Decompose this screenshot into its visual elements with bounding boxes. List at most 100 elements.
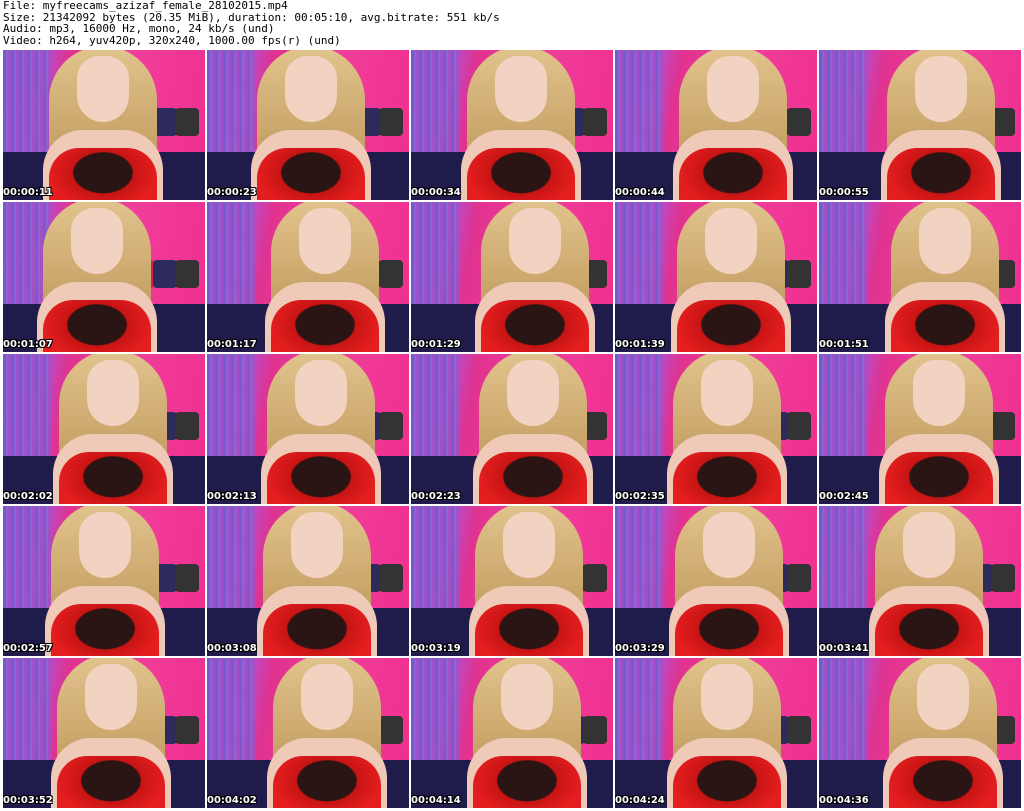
thumbnail-timestamp: 00:01:39: [615, 339, 665, 350]
red-dress: [267, 452, 375, 504]
face: [85, 664, 137, 730]
thumbnail-timestamp: 00:02:02: [3, 491, 53, 502]
pillow: [787, 108, 811, 136]
thumbnail-timestamp: 00:04:02: [207, 795, 257, 806]
face: [301, 664, 353, 730]
face: [913, 360, 965, 426]
video-thumbnail: 00:02:57: [3, 506, 205, 656]
red-dress: [481, 300, 589, 352]
pillow: [379, 260, 403, 288]
pillow: [991, 564, 1015, 592]
video-thumbnail: 00:03:41: [819, 506, 1021, 656]
video-thumbnail: 00:04:24: [615, 658, 817, 808]
thumbnail-timestamp: 00:01:51: [819, 339, 869, 350]
red-dress: [271, 300, 379, 352]
pillow: [379, 412, 403, 440]
pillow: [175, 412, 199, 440]
thumbnail-timestamp: 00:03:08: [207, 643, 257, 654]
video-thumbnail: 00:04:14: [411, 658, 613, 808]
red-dress: [673, 452, 781, 504]
red-dress: [673, 756, 781, 808]
face: [71, 208, 123, 274]
pillow: [175, 716, 199, 744]
thumbnail-timestamp: 00:03:52: [3, 795, 53, 806]
face: [919, 208, 971, 274]
pillow: [787, 260, 811, 288]
video-thumbnail: 00:02:45: [819, 354, 1021, 504]
face: [87, 360, 139, 426]
pillow: [991, 412, 1015, 440]
pillow: [379, 716, 403, 744]
pillow: [787, 716, 811, 744]
face: [501, 664, 553, 730]
thumbnail-timestamp: 00:02:45: [819, 491, 869, 502]
red-dress: [875, 604, 983, 656]
thumbnail-timestamp: 00:02:23: [411, 491, 461, 502]
video-thumbnail: 00:03:08: [207, 506, 409, 656]
red-dress: [49, 148, 157, 200]
video-thumbnail: 00:00:11: [3, 50, 205, 200]
thumbnail-timestamp: 00:00:44: [615, 187, 665, 198]
video-thumbnail: 00:00:23: [207, 50, 409, 200]
pillow: [153, 260, 177, 288]
face: [507, 360, 559, 426]
thumbnail-timestamp: 00:00:23: [207, 187, 257, 198]
face: [703, 512, 755, 578]
video-thumbnail: 00:02:23: [411, 354, 613, 504]
red-dress: [679, 148, 787, 200]
thumbnail-timestamp: 00:00:11: [3, 187, 53, 198]
face: [701, 664, 753, 730]
thumbnail-timestamp: 00:04:36: [819, 795, 869, 806]
red-dress: [677, 300, 785, 352]
video-thumbnail: 00:03:52: [3, 658, 205, 808]
face: [495, 56, 547, 122]
face: [503, 512, 555, 578]
red-dress: [43, 300, 151, 352]
thumbnail-timestamp: 00:01:29: [411, 339, 461, 350]
face: [915, 56, 967, 122]
thumbnail-grid: 00:00:11 00:00:23 00:00:34 00:00:44 00:00:55…: [3, 50, 1021, 808]
thumbnail-timestamp: 00:00:34: [411, 187, 461, 198]
face: [917, 664, 969, 730]
face: [295, 360, 347, 426]
pillow: [379, 108, 403, 136]
red-dress: [675, 604, 783, 656]
video-thumbnail: 00:03:29: [615, 506, 817, 656]
red-dress: [479, 452, 587, 504]
thumbnail-timestamp: 00:04:14: [411, 795, 461, 806]
pillow: [175, 260, 199, 288]
video-thumbnail: 00:00:44: [615, 50, 817, 200]
video-thumbnail: 00:01:51: [819, 202, 1021, 352]
thumbnail-timestamp: 00:03:19: [411, 643, 461, 654]
pillow: [175, 108, 199, 136]
face: [77, 56, 129, 122]
video-thumbnail: 00:01:17: [207, 202, 409, 352]
video-thumbnail: 00:01:29: [411, 202, 613, 352]
face: [299, 208, 351, 274]
red-dress: [257, 148, 365, 200]
red-dress: [473, 756, 581, 808]
file-name-line: File: myfreecams_azizaf_female_28102015.…: [3, 0, 288, 12]
video-thumbnail: 00:04:02: [207, 658, 409, 808]
pillow: [379, 564, 403, 592]
thumbnail-timestamp: 00:01:07: [3, 339, 53, 350]
pillow: [787, 564, 811, 592]
red-dress: [889, 756, 997, 808]
red-dress: [887, 148, 995, 200]
thumbnail-timestamp: 00:02:57: [3, 643, 53, 654]
red-dress: [475, 604, 583, 656]
red-dress: [467, 148, 575, 200]
face: [707, 56, 759, 122]
video-thumbnail: 00:04:36: [819, 658, 1021, 808]
thumbnail-timestamp: 00:02:13: [207, 491, 257, 502]
face: [79, 512, 131, 578]
video-info-line: Video: h264, yuv420p, 320x240, 1000.00 f…: [3, 33, 341, 47]
video-thumbnail: 00:01:07: [3, 202, 205, 352]
pillow: [583, 716, 607, 744]
pillow: [583, 564, 607, 592]
red-dress: [891, 300, 999, 352]
red-dress: [273, 756, 381, 808]
face: [903, 512, 955, 578]
pillow: [583, 108, 607, 136]
thumbnail-timestamp: 00:03:41: [819, 643, 869, 654]
